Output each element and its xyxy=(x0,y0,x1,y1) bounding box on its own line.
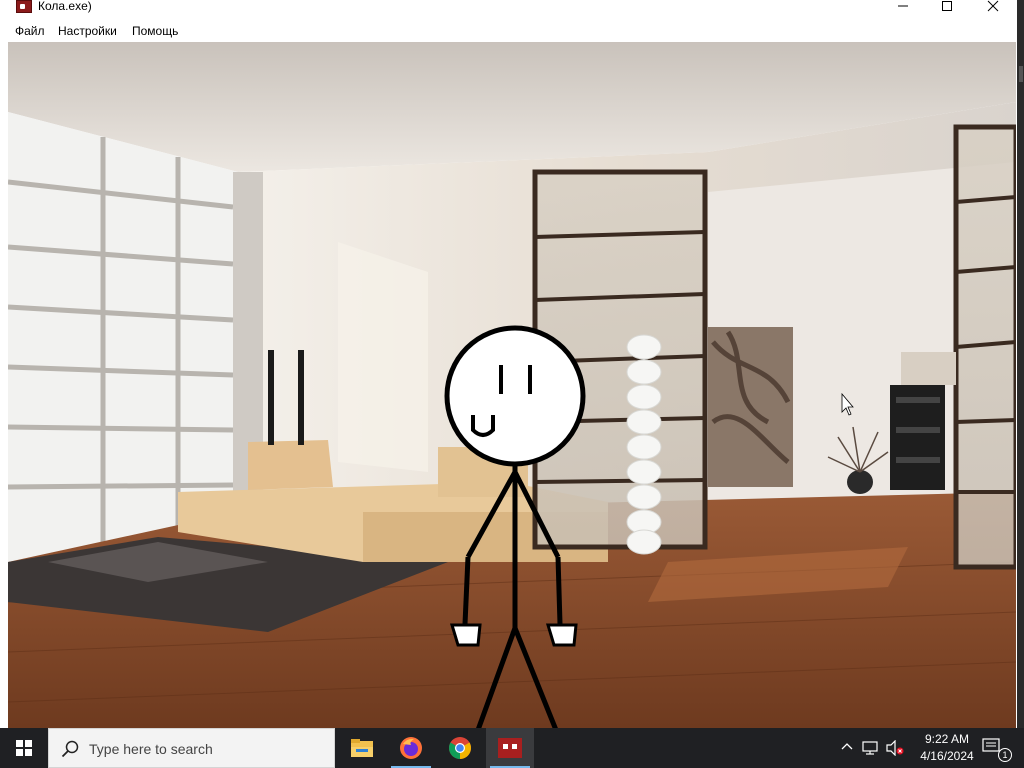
app-window: Кола.exe) Файл Настройки Помощь xyxy=(0,0,1017,728)
taskbar-clock[interactable]: 9:22 AM 4/16/2024 xyxy=(906,731,988,765)
minimize-icon xyxy=(898,5,908,7)
app-icon xyxy=(16,0,32,13)
clock-date: 4/16/2024 xyxy=(920,749,974,763)
taskbar-file-explorer[interactable] xyxy=(338,728,386,768)
stick-figure-character[interactable] xyxy=(438,322,598,728)
network-icon[interactable] xyxy=(862,740,880,756)
window-title: Кола.exe) xyxy=(38,0,92,13)
maximize-icon xyxy=(942,1,952,11)
notification-count-badge: 1 xyxy=(998,748,1012,762)
game-scene[interactable] xyxy=(8,42,1016,728)
chrome-icon xyxy=(449,737,471,759)
chevron-up-icon[interactable] xyxy=(840,740,854,754)
folder-icon xyxy=(351,739,373,757)
search-icon xyxy=(61,740,79,758)
taskbar-chrome[interactable] xyxy=(436,728,484,768)
maximize-button[interactable] xyxy=(924,0,970,14)
kola-app-icon xyxy=(498,738,522,758)
taskbar-search-box[interactable]: Type here to search xyxy=(48,728,335,768)
windows-logo-icon xyxy=(16,740,32,756)
menu-bar: Файл Настройки Помощь xyxy=(0,20,1017,42)
title-bar[interactable]: Кола.exe) xyxy=(0,0,1017,18)
taskbar-firefox[interactable] xyxy=(387,728,435,768)
clock-time: 9:22 AM xyxy=(924,732,970,746)
close-icon xyxy=(987,0,999,12)
menu-help[interactable]: Помощь xyxy=(132,24,178,38)
taskbar-kola-exe[interactable] xyxy=(486,728,534,768)
search-placeholder: Type here to search xyxy=(89,741,213,757)
volume-muted-icon[interactable] xyxy=(886,740,904,756)
start-button[interactable] xyxy=(0,728,48,768)
menu-file[interactable]: Файл xyxy=(15,24,45,38)
close-button[interactable] xyxy=(970,0,1016,14)
taskbar: Type here to search 9:22 AM 4/16/2024 1 xyxy=(0,728,1024,768)
system-tray: 9:22 AM 4/16/2024 1 xyxy=(834,728,1024,768)
menu-settings[interactable]: Настройки xyxy=(58,24,117,38)
firefox-icon xyxy=(400,737,422,759)
window-border xyxy=(1017,0,1024,728)
minimize-button[interactable] xyxy=(880,0,926,14)
